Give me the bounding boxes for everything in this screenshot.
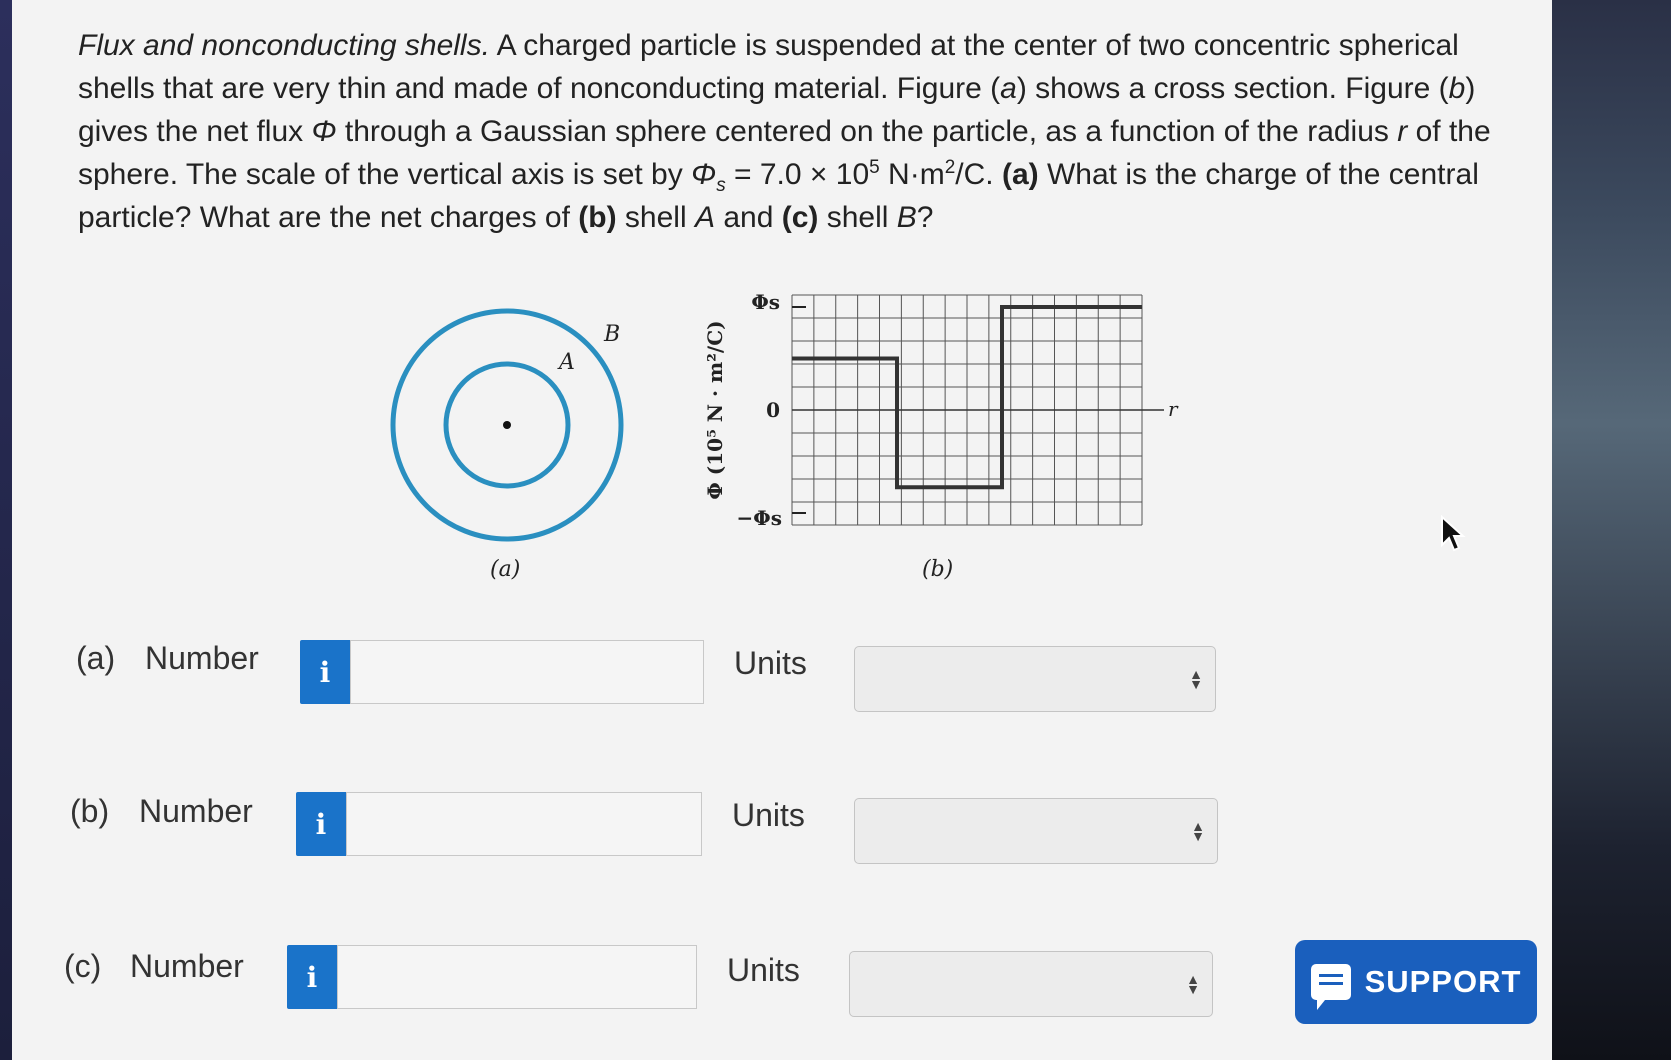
mouse-pointer-icon <box>1441 515 1466 552</box>
part-c-units-label: Units <box>727 952 800 988</box>
phi-symbol: Φ <box>311 115 337 148</box>
part-c-number-input[interactable] <box>337 945 697 1009</box>
question-text-part: ) shows a cross section. Figure ( <box>1016 72 1449 105</box>
question-text-part: /C. <box>955 158 1002 191</box>
chat-icon <box>1310 964 1351 1010</box>
part-c-units-select[interactable]: ▲ ▼ <box>849 951 1213 1017</box>
question-page: Flux and nonconducting shells. A charged… <box>12 0 1552 1060</box>
question-title: Flux and nonconducting shells. <box>78 29 490 62</box>
phi-s-symbol: Φ <box>691 158 717 191</box>
question-text-part: ? <box>916 201 934 234</box>
shell-a-label: A <box>559 350 575 375</box>
y-tick-zero-label: 0 <box>766 398 780 422</box>
fig-ref-a: a <box>1000 72 1017 105</box>
select-arrows-icon: ▲ ▼ <box>1189 666 1203 692</box>
question-text-part: through a Gaussian sphere centered on th… <box>336 115 1398 148</box>
central-particle <box>503 421 511 429</box>
part-c-number-label: Number <box>130 948 244 984</box>
part-c-label: (c) <box>64 948 102 984</box>
part-a-units-label: Units <box>734 645 807 681</box>
question-text-part: = 7.0 × 10 <box>725 158 870 191</box>
question-text-part: shell <box>818 201 897 234</box>
y-tick-top-label: Φs <box>751 290 780 314</box>
info-icon[interactable]: i <box>296 792 346 856</box>
y-axis-label: Φ (10⁵ N · m²/C) <box>703 320 727 499</box>
part-b-units-label: Units <box>732 797 805 833</box>
part-b-number-label: Number <box>139 793 253 829</box>
shell-b-label: B <box>604 322 621 347</box>
part-a-number-label: Number <box>145 640 259 676</box>
part-c-ref: (c) <box>781 201 819 234</box>
info-icon[interactable]: i <box>287 945 337 1009</box>
question-text-part: N·m <box>879 158 945 191</box>
part-b-units-select[interactable]: ▲ ▼ <box>854 798 1218 864</box>
select-arrows-icon: ▲ ▼ <box>1186 971 1200 997</box>
shell-a-ref: A <box>694 201 715 234</box>
info-icon[interactable]: i <box>300 640 350 704</box>
figure-b-caption: (b) <box>922 557 954 582</box>
y-tick-bottom-label: −Φs <box>737 506 782 530</box>
part-a-number-input[interactable] <box>350 640 704 704</box>
figure-a-caption: (a) <box>490 557 521 582</box>
figure-b-flux-chart: Φs 0 −Φs r Φ (10⁵ N · m²/C) <box>703 290 1179 530</box>
part-a-label: (a) <box>76 640 116 676</box>
support-button[interactable]: SUPPORT <box>1295 940 1537 1024</box>
part-a-units-select[interactable]: ▲ ▼ <box>854 646 1216 712</box>
part-b-label: (b) <box>70 793 110 829</box>
background-right <box>1540 0 1671 1060</box>
exponent: 2 <box>944 157 956 178</box>
question-text-part: shell <box>616 201 695 234</box>
shell-b-ref: B <box>896 201 917 234</box>
question-text: Flux and nonconducting shells. A charged… <box>78 24 1518 239</box>
part-b-ref: (b) <box>578 201 617 234</box>
r-symbol: r <box>1397 115 1408 148</box>
question-text-part: and <box>714 201 782 234</box>
support-label: SUPPORT <box>1364 964 1522 999</box>
fig-ref-b: b <box>1448 72 1466 105</box>
select-arrows-icon: ▲ ▼ <box>1191 818 1205 844</box>
x-axis-label: r <box>1168 397 1179 421</box>
part-b-number-input[interactable] <box>346 792 702 856</box>
exponent: 5 <box>869 157 880 178</box>
part-a-ref: (a) <box>1001 158 1039 191</box>
phi-s-subscript: s <box>716 175 726 196</box>
